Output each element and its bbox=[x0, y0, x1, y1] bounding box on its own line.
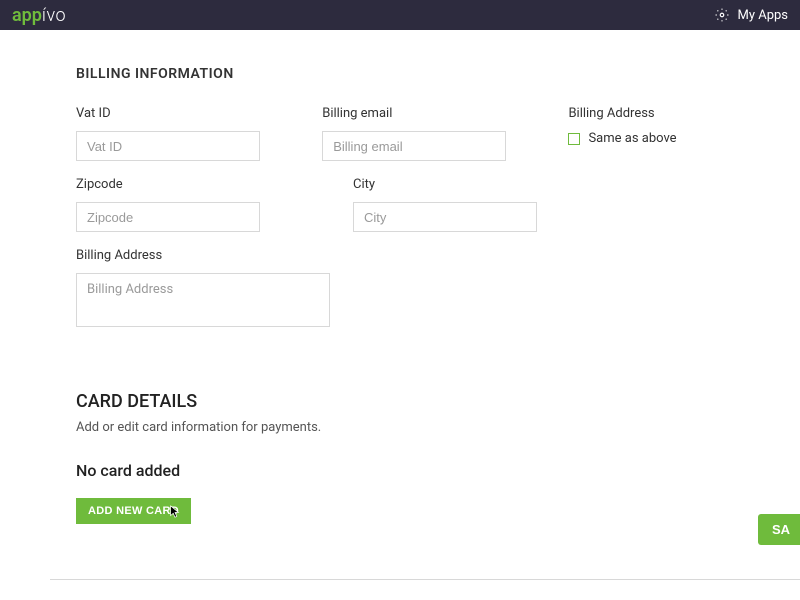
zipcode-group: Zipcode bbox=[76, 177, 353, 232]
save-button[interactable]: SA bbox=[758, 514, 800, 545]
logo[interactable]: appívo bbox=[12, 5, 66, 26]
logo-first: app bbox=[12, 5, 42, 26]
billing-address-label: Billing Address bbox=[76, 248, 330, 263]
zipcode-label: Zipcode bbox=[76, 177, 353, 192]
zipcode-input[interactable] bbox=[76, 202, 260, 232]
no-card-text: No card added bbox=[76, 461, 724, 480]
form-row-3: Billing Address bbox=[76, 248, 724, 331]
app-header: appívo My Apps bbox=[0, 0, 800, 30]
same-as-above-checkbox[interactable] bbox=[568, 133, 580, 145]
card-details-title: CARD DETAILS bbox=[76, 391, 724, 412]
card-details-subtitle: Add or edit card information for payment… bbox=[76, 420, 724, 435]
form-row-2: Zipcode City bbox=[76, 177, 724, 232]
same-as-above-label: Same as above bbox=[588, 131, 676, 146]
vat-id-input[interactable] bbox=[76, 131, 260, 161]
billing-address-input[interactable] bbox=[76, 273, 330, 327]
billing-email-input[interactable] bbox=[322, 131, 506, 161]
header-right: My Apps bbox=[715, 8, 788, 23]
city-group: City bbox=[353, 177, 630, 232]
billing-email-label: Billing email bbox=[322, 106, 568, 121]
card-details-section: CARD DETAILS Add or edit card informatio… bbox=[76, 391, 724, 524]
billing-address-side-label: Billing Address bbox=[568, 106, 724, 121]
billing-address-checkbox-group: Billing Address Same as above bbox=[568, 106, 724, 161]
gear-icon[interactable] bbox=[715, 8, 729, 22]
vat-id-group: Vat ID bbox=[76, 106, 322, 161]
same-as-above-row[interactable]: Same as above bbox=[568, 131, 724, 146]
add-new-card-label: ADD NEW CARD bbox=[88, 505, 179, 517]
billing-email-group: Billing email bbox=[322, 106, 568, 161]
logo-second: ívo bbox=[42, 5, 66, 26]
form-row-1: Vat ID Billing email Billing Address Sam… bbox=[76, 106, 724, 161]
main-content: BILLING INFORMATION Vat ID Billing email… bbox=[0, 30, 800, 524]
billing-section-title: BILLING INFORMATION bbox=[76, 66, 724, 82]
billing-address-group: Billing Address bbox=[76, 248, 330, 331]
content-divider bbox=[50, 579, 800, 580]
city-label: City bbox=[353, 177, 630, 192]
city-input[interactable] bbox=[353, 202, 537, 232]
add-new-card-button[interactable]: ADD NEW CARD bbox=[76, 498, 191, 524]
vat-id-label: Vat ID bbox=[76, 106, 322, 121]
my-apps-link[interactable]: My Apps bbox=[737, 8, 788, 23]
